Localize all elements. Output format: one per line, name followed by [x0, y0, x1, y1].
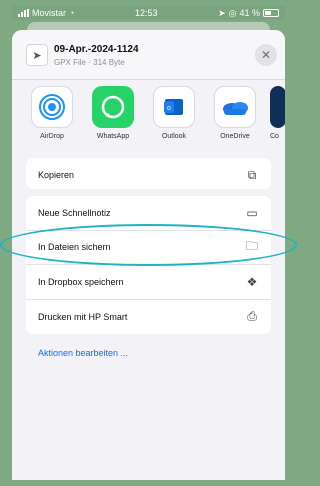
partial-app-icon	[270, 86, 285, 128]
file-header: ➤ 09-Apr.-2024-1124 GPX File · 314 Byte …	[12, 30, 285, 80]
onedrive-icon	[214, 86, 256, 128]
alarm-icon: ◎	[228, 7, 237, 18]
action-quick-note[interactable]: Neue Schnellnotiz ▭	[26, 196, 271, 231]
battery-percent: 41 %	[239, 8, 260, 18]
whatsapp-icon	[92, 86, 134, 128]
app-label: WhatsApp	[96, 133, 130, 140]
print-icon: ⎙	[247, 309, 257, 324]
battery-icon	[263, 9, 279, 17]
action-label: In Dateien sichern	[38, 242, 111, 253]
close-button[interactable]: ✕	[255, 44, 277, 66]
signal-icon	[18, 9, 29, 17]
action-copy[interactable]: Kopieren ⧉	[26, 158, 271, 189]
quick-note-icon: ▭	[246, 205, 258, 220]
copy-icon: ⧉	[247, 167, 257, 182]
folder-icon: 🗀	[245, 238, 258, 253]
airdrop-icon	[31, 86, 73, 128]
app-airdrop[interactable]: AirDrop	[26, 86, 78, 152]
status-bar: Movistar ◔ 12:53 ➤ ◎ 41 %	[12, 6, 285, 20]
share-sheet: ➤ 09-Apr.-2024-1124 GPX File · 314 Byte …	[12, 30, 285, 480]
app-label: Outlook	[161, 133, 187, 140]
app-partial[interactable]: Co	[270, 86, 285, 152]
app-label: AirDrop	[40, 133, 64, 140]
status-left: Movistar ◔	[18, 8, 74, 18]
status-right: ➤ ◎ 41 %	[218, 8, 279, 19]
app-onedrive[interactable]: OneDrive	[209, 86, 261, 152]
status-time: 12:53	[135, 8, 158, 18]
action-label: Neue Schnellnotiz	[38, 207, 111, 218]
app-outlook[interactable]: o Outlook	[148, 86, 200, 152]
action-label: In Dropbox speichern	[38, 276, 124, 287]
gpx-file-icon: ➤	[26, 44, 48, 66]
svg-text:o: o	[167, 105, 171, 112]
file-name: 09-Apr.-2024-1124	[54, 44, 139, 55]
app-whatsapp[interactable]: WhatsApp	[87, 86, 139, 152]
action-dropbox[interactable]: In Dropbox speichern ❖	[26, 265, 271, 300]
dropbox-icon: ❖	[246, 274, 258, 289]
close-icon: ✕	[260, 48, 272, 62]
action-label: Drucken mit HP Smart	[38, 311, 128, 322]
outlook-icon: o	[153, 86, 195, 128]
wifi-icon: ◔	[69, 8, 75, 18]
carrier-label: Movistar	[32, 8, 67, 18]
app-row: AirDrop WhatsApp o Outlook OneDrive Co	[12, 86, 285, 152]
file-meta: GPX File · 314 Byte	[54, 58, 125, 67]
actions-section: Neue Schnellnotiz ▭ In Dateien sichern 🗀…	[26, 196, 271, 334]
location-icon: ➤	[218, 7, 226, 18]
action-label: Kopieren	[38, 170, 75, 181]
action-save-files[interactable]: In Dateien sichern 🗀	[26, 231, 271, 265]
app-label: Co	[270, 133, 279, 140]
app-label: OneDrive	[220, 133, 250, 140]
edit-actions-link[interactable]: Aktionen bearbeiten ...	[38, 348, 128, 358]
copy-section: Kopieren ⧉	[26, 158, 271, 189]
action-hp-print[interactable]: Drucken mit HP Smart ⎙	[26, 300, 271, 335]
